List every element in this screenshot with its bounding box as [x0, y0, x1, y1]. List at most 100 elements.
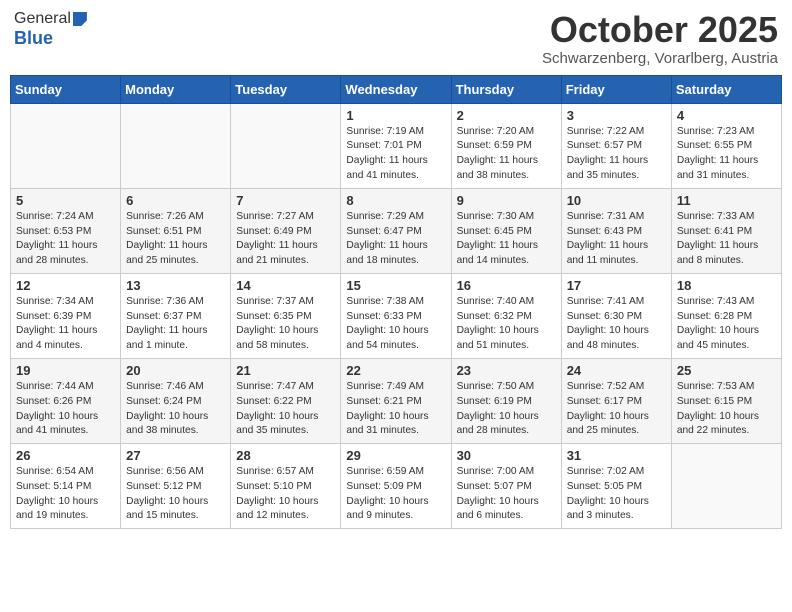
calendar-day-31: 31 Sunrise: 7:02 AM Sunset: 5:05 PM Dayli… — [561, 444, 671, 529]
day-number: 23 — [457, 363, 556, 378]
day-number: 19 — [16, 363, 115, 378]
calendar-day-12: 12 Sunrise: 7:34 AM Sunset: 6:39 PM Dayli… — [11, 273, 121, 358]
day-info: Sunrise: 7:30 AM Sunset: 6:45 PM Dayligh… — [457, 210, 556, 269]
day-info: Sunrise: 7:37 AM Sunset: 6:35 PM Dayligh… — [236, 295, 335, 354]
day-number: 22 — [346, 363, 445, 378]
day-info: Sunrise: 7:22 AM Sunset: 6:57 PM Dayligh… — [567, 125, 666, 184]
day-info: Sunrise: 6:59 AM Sunset: 5:09 PM Dayligh… — [346, 465, 445, 524]
calendar-day-11: 11 Sunrise: 7:33 AM Sunset: 6:41 PM Dayli… — [671, 188, 781, 273]
col-header-tuesday: Tuesday — [231, 75, 341, 103]
calendar-day-4: 4 Sunrise: 7:23 AM Sunset: 6:55 PM Daylig… — [671, 103, 781, 188]
day-info: Sunrise: 7:26 AM Sunset: 6:51 PM Dayligh… — [126, 210, 225, 269]
day-number: 24 — [567, 363, 666, 378]
day-info: Sunrise: 7:34 AM Sunset: 6:39 PM Dayligh… — [16, 295, 115, 354]
page-header: General Blue October 2025 Schwarzenberg,… — [10, 10, 782, 67]
calendar-day-6: 6 Sunrise: 7:26 AM Sunset: 6:51 PM Daylig… — [121, 188, 231, 273]
day-info: Sunrise: 7:50 AM Sunset: 6:19 PM Dayligh… — [457, 380, 556, 439]
day-number: 14 — [236, 278, 335, 293]
empty-day — [231, 103, 341, 188]
day-number: 12 — [16, 278, 115, 293]
day-info: Sunrise: 7:38 AM Sunset: 6:33 PM Dayligh… — [346, 295, 445, 354]
calendar-day-14: 14 Sunrise: 7:37 AM Sunset: 6:35 PM Dayli… — [231, 273, 341, 358]
calendar-day-18: 18Sunrise: 7:43 AM Sunset: 6:28 PM Dayli… — [671, 273, 781, 358]
day-number: 25 — [677, 363, 776, 378]
day-number: 20 — [126, 363, 225, 378]
day-info: Sunrise: 7:23 AM Sunset: 6:55 PM Dayligh… — [677, 125, 776, 184]
col-header-thursday: Thursday — [451, 75, 561, 103]
empty-day — [121, 103, 231, 188]
calendar-day-13: 13 Sunrise: 7:36 AM Sunset: 6:37 PM Dayli… — [121, 273, 231, 358]
col-header-sunday: Sunday — [11, 75, 121, 103]
logo-general-text: General — [14, 10, 71, 28]
calendar-header-row: SundayMondayTuesdayWednesdayThursdayFrid… — [11, 75, 782, 103]
day-number: 8 — [346, 193, 445, 208]
day-number: 15 — [346, 278, 445, 293]
day-info: Sunrise: 7:29 AM Sunset: 6:47 PM Dayligh… — [346, 210, 445, 269]
empty-day — [11, 103, 121, 188]
day-info: Sunrise: 6:57 AM Sunset: 5:10 PM Dayligh… — [236, 465, 335, 524]
calendar-day-7: 7Sunrise: 7:27 AM Sunset: 6:49 PM Daylig… — [231, 188, 341, 273]
calendar-day-15: 15 Sunrise: 7:38 AM Sunset: 6:33 PM Dayli… — [341, 273, 451, 358]
day-info: Sunrise: 7:19 AM Sunset: 7:01 PM Dayligh… — [346, 125, 445, 184]
day-number: 6 — [126, 193, 225, 208]
logo-icon — [73, 12, 87, 26]
day-info: Sunrise: 7:33 AM Sunset: 6:41 PM Dayligh… — [677, 210, 776, 269]
col-header-friday: Friday — [561, 75, 671, 103]
calendar-day-5: 5 Sunrise: 7:24 AM Sunset: 6:53 PM Daylig… — [11, 188, 121, 273]
day-info: Sunrise: 7:31 AM Sunset: 6:43 PM Dayligh… — [567, 210, 666, 269]
day-info: Sunrise: 7:52 AM Sunset: 6:17 PM Dayligh… — [567, 380, 666, 439]
day-number: 2 — [457, 108, 556, 123]
day-info: Sunrise: 7:44 AM Sunset: 6:26 PM Dayligh… — [16, 380, 115, 439]
calendar-day-30: 30 Sunrise: 7:00 AM Sunset: 5:07 PM Dayli… — [451, 444, 561, 529]
day-info: Sunrise: 7:24 AM Sunset: 6:53 PM Dayligh… — [16, 210, 115, 269]
calendar-day-21: 21Sunrise: 7:47 AM Sunset: 6:22 PM Dayli… — [231, 358, 341, 443]
day-info: Sunrise: 7:36 AM Sunset: 6:37 PM Dayligh… — [126, 295, 225, 354]
calendar-day-9: 9 Sunrise: 7:30 AM Sunset: 6:45 PM Daylig… — [451, 188, 561, 273]
day-info: Sunrise: 7:40 AM Sunset: 6:32 PM Dayligh… — [457, 295, 556, 354]
calendar-week-row: 5 Sunrise: 7:24 AM Sunset: 6:53 PM Daylig… — [11, 188, 782, 273]
day-number: 17 — [567, 278, 666, 293]
day-info: Sunrise: 6:54 AM Sunset: 5:14 PM Dayligh… — [16, 465, 115, 524]
calendar-day-29: 29 Sunrise: 6:59 AM Sunset: 5:09 PM Dayli… — [341, 444, 451, 529]
day-number: 31 — [567, 448, 666, 463]
calendar-week-row: 1Sunrise: 7:19 AM Sunset: 7:01 PM Daylig… — [11, 103, 782, 188]
location: Schwarzenberg, Vorarlberg, Austria — [542, 50, 778, 67]
logo: General Blue — [14, 10, 87, 49]
day-number: 5 — [16, 193, 115, 208]
day-number: 13 — [126, 278, 225, 293]
calendar-day-25: 25Sunrise: 7:53 AM Sunset: 6:15 PM Dayli… — [671, 358, 781, 443]
day-number: 30 — [457, 448, 556, 463]
calendar-day-3: 3 Sunrise: 7:22 AM Sunset: 6:57 PM Daylig… — [561, 103, 671, 188]
month-title: October 2025 — [542, 10, 778, 50]
calendar-day-2: 2 Sunrise: 7:20 AM Sunset: 6:59 PM Daylig… — [451, 103, 561, 188]
calendar-day-10: 10 Sunrise: 7:31 AM Sunset: 6:43 PM Dayli… — [561, 188, 671, 273]
day-number: 11 — [677, 193, 776, 208]
day-info: Sunrise: 7:43 AM Sunset: 6:28 PM Dayligh… — [677, 295, 776, 354]
day-number: 27 — [126, 448, 225, 463]
calendar-day-23: 23 Sunrise: 7:50 AM Sunset: 6:19 PM Dayli… — [451, 358, 561, 443]
col-header-monday: Monday — [121, 75, 231, 103]
calendar-day-17: 17Sunrise: 7:41 AM Sunset: 6:30 PM Dayli… — [561, 273, 671, 358]
day-info: Sunrise: 7:49 AM Sunset: 6:21 PM Dayligh… — [346, 380, 445, 439]
day-number: 26 — [16, 448, 115, 463]
day-info: Sunrise: 7:00 AM Sunset: 5:07 PM Dayligh… — [457, 465, 556, 524]
calendar-day-8: 8 Sunrise: 7:29 AM Sunset: 6:47 PM Daylig… — [341, 188, 451, 273]
day-number: 7 — [236, 193, 335, 208]
calendar-day-19: 19 Sunrise: 7:44 AM Sunset: 6:26 PM Dayli… — [11, 358, 121, 443]
calendar-day-16: 16Sunrise: 7:40 AM Sunset: 6:32 PM Dayli… — [451, 273, 561, 358]
logo-blue-text: Blue — [14, 28, 53, 49]
day-info: Sunrise: 7:46 AM Sunset: 6:24 PM Dayligh… — [126, 380, 225, 439]
calendar-table: SundayMondayTuesdayWednesdayThursdayFrid… — [10, 75, 782, 530]
day-number: 28 — [236, 448, 335, 463]
day-number: 4 — [677, 108, 776, 123]
day-number: 3 — [567, 108, 666, 123]
day-number: 9 — [457, 193, 556, 208]
day-number: 29 — [346, 448, 445, 463]
calendar-week-row: 19 Sunrise: 7:44 AM Sunset: 6:26 PM Dayli… — [11, 358, 782, 443]
col-header-saturday: Saturday — [671, 75, 781, 103]
calendar-day-20: 20 Sunrise: 7:46 AM Sunset: 6:24 PM Dayli… — [121, 358, 231, 443]
day-info: Sunrise: 7:20 AM Sunset: 6:59 PM Dayligh… — [457, 125, 556, 184]
calendar-day-27: 27Sunrise: 6:56 AM Sunset: 5:12 PM Dayli… — [121, 444, 231, 529]
day-info: Sunrise: 7:02 AM Sunset: 5:05 PM Dayligh… — [567, 465, 666, 524]
day-number: 10 — [567, 193, 666, 208]
